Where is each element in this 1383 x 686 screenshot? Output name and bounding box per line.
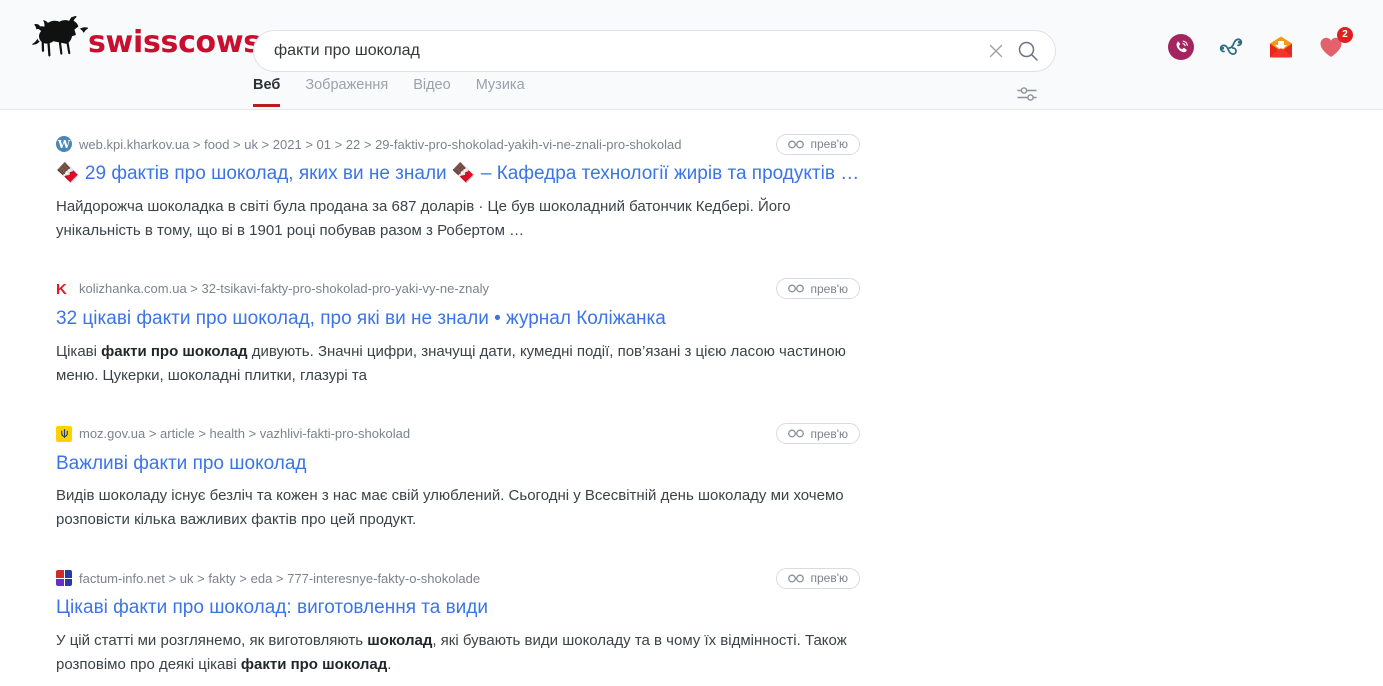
kolizhanka-icon: K [56,280,67,297]
tab-video[interactable]: Відео [413,78,450,107]
search-result-item: W web.kpi.kharkov.ua > food > uk > 2021 … [0,133,861,243]
preview-button[interactable]: прев'ю [776,567,860,589]
search-results: W web.kpi.kharkov.ua > food > uk > 2021 … [0,110,900,677]
tab-images[interactable]: Зображення [305,78,388,107]
result-snippet: Найдорожча шоколадка в світі була продан… [56,197,791,239]
search-result-item: K kolizhanka.com.ua > 32-tsikavi-fakty-p… [0,278,861,388]
goggles-icon [788,429,805,438]
preview-label: прев'ю [810,137,848,151]
goggles-icon [788,140,805,148]
result-url[interactable]: factum-info.net > uk > fakty > eda > 777… [79,571,480,586]
search-tabs: Веб Зображення Відео Музика [253,78,525,107]
result-snippet: У цій статті ми розглянемо, як виготовля… [56,632,847,673]
goggles-icon [788,284,805,293]
search-icon[interactable] [1017,40,1039,62]
result-url-row: moz.gov.ua > article > health > vazhlivi… [56,423,860,444]
result-url[interactable]: moz.gov.ua > article > health > vazhlivi… [79,426,410,441]
factum-grid-icon [56,570,72,587]
result-url[interactable]: kolizhanka.com.ua > 32-tsikavi-fakty-pro… [79,281,489,296]
result-title[interactable]: 🍫 29 фактів про шоколад, яких ви не знал… [56,162,861,186]
preview-button[interactable]: прев'ю [776,278,860,300]
sliders-icon[interactable] [1016,84,1040,104]
preview-label: прев'ю [810,426,848,441]
close-icon[interactable] [987,42,1005,60]
search-result-item: moz.gov.ua > article > health > vazhlivi… [0,423,861,533]
preview-label: прев'ю [810,571,848,586]
result-snippet: Видів шоколаду існує безліч та кожен з н… [56,487,844,529]
search-box[interactable] [253,30,1056,72]
search-input[interactable] [254,31,1055,71]
logo[interactable]: swisscows [32,12,261,64]
header-icon-group: 2 [1167,27,1353,61]
page-header: swisscows Веб Зображення Відео Музика [0,0,1383,110]
mail-icon[interactable] [1267,33,1295,61]
result-title[interactable]: 32 цікаві факти про шоколад, про які ви … [56,307,861,331]
result-url-row: factum-info.net > uk > fakty > eda > 777… [56,567,860,589]
result-url-row: K kolizhanka.com.ua > 32-tsikavi-fakty-p… [56,278,860,300]
goggles-icon [788,574,805,583]
result-title[interactable]: Важливі факти про шоколад [56,452,861,476]
tab-web[interactable]: Веб [253,78,281,107]
teleguard-icon[interactable] [1217,33,1245,61]
tab-music[interactable]: Музика [476,78,525,107]
result-url[interactable]: web.kpi.kharkov.ua > food > uk > 2021 > … [79,137,681,152]
viber-icon[interactable] [1167,33,1195,61]
result-url-row: W web.kpi.kharkov.ua > food > uk > 2021 … [56,133,860,155]
preview-button[interactable]: прев'ю [776,133,860,155]
logo-text: swisscows [88,25,261,60]
preview-button[interactable]: прев'ю [776,423,860,444]
preview-label: прев'ю [810,281,848,296]
result-title[interactable]: Цікаві факти про шоколад: виготовлення т… [56,596,861,620]
search-area [253,30,1056,72]
wordpress-icon: W [56,136,72,152]
result-snippet: Цікаві факти про шоколад дивують. Значні… [56,342,846,384]
heart-icon[interactable]: 2 [1317,27,1353,61]
cow-icon [32,16,88,57]
moz-trident-icon [56,425,72,442]
favorites-badge: 2 [1337,27,1353,43]
search-result-item: factum-info.net > uk > fakty > eda > 777… [0,567,861,677]
